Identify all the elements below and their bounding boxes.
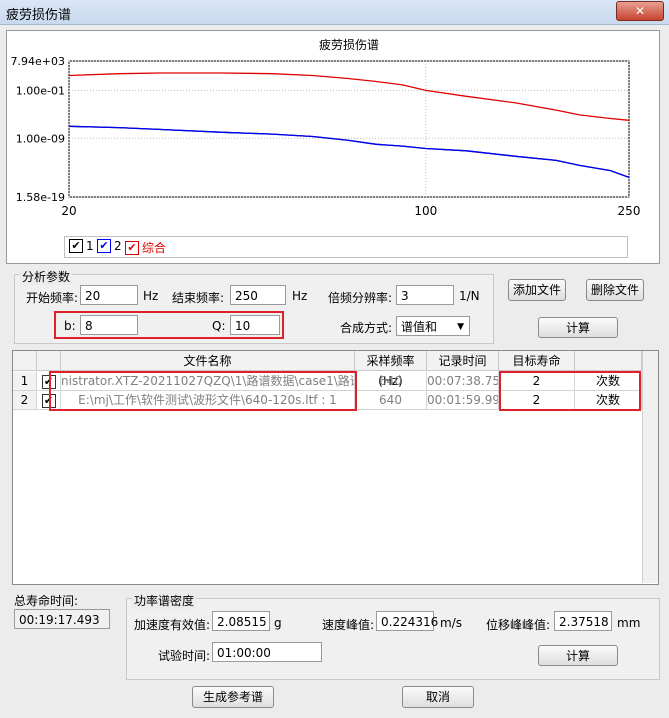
octave-unit: 1/N [459, 289, 480, 303]
end-freq-label: 结束频率: [172, 291, 225, 305]
legend-item-combined[interactable]: ✔ 综合 [125, 239, 166, 256]
col-header-file[interactable]: 文件名称 [61, 351, 355, 371]
octave-label: 倍频分辨率: [328, 291, 393, 305]
b-label: b: [64, 319, 76, 333]
octave-input[interactable]: 3 [396, 285, 454, 305]
generate-reference-button[interactable]: 生成参考谱 [192, 686, 274, 708]
psd-group-label: 功率谱密度 [132, 592, 197, 609]
col-header-unit[interactable] [575, 351, 642, 371]
row-sample-rate: 640 [355, 372, 427, 391]
start-freq-input[interactable]: 20 [80, 285, 138, 305]
calc-button-bottom[interactable]: 计算 [538, 645, 618, 666]
table-scrollbar[interactable] [642, 351, 658, 583]
accel-value: 2.08515 [212, 611, 270, 631]
analysis-params-label: 分析参数 [20, 268, 73, 285]
legend-check-icon[interactable]: ✔ [97, 239, 111, 253]
row-index: 2 [13, 391, 37, 410]
corner-header [13, 351, 37, 371]
velocity-label: 速度峰值: [322, 618, 375, 632]
x-tick-label: 20 [61, 204, 76, 218]
damage-spectrum-chart: 疲劳损伤谱 20 100 250 7.94e+03 1.00e-01 1.00e-09 1.5… [11, 37, 641, 218]
legend-label: 综合 [142, 241, 167, 255]
accel-label: 加速度有效值: [134, 618, 211, 632]
start-freq-unit: Hz [143, 289, 159, 303]
synth-label: 合成方式: [340, 321, 393, 335]
file-table: 文件名称 采样频率(Hz) 记录时间 目标寿命 1 ✔ nistrator.XT… [12, 350, 659, 585]
x-tick-label: 250 [618, 204, 641, 218]
q-input[interactable]: 10 [230, 315, 280, 335]
row-sample-rate: 640 [355, 391, 427, 410]
close-button[interactable]: ✕ [616, 1, 664, 21]
legend-check-icon[interactable]: ✔ [69, 239, 83, 253]
displacement-label: 位移峰峰值: [486, 618, 551, 632]
y-tick-label: 7.94e+03 [11, 55, 65, 68]
start-freq-label: 开始频率: [26, 291, 79, 305]
series-line-2 [68, 125, 630, 179]
chevron-down-icon: ▼ [457, 322, 464, 332]
displacement-unit: mm [617, 616, 641, 630]
end-freq-input[interactable]: 250 [230, 285, 286, 305]
synth-select[interactable]: 谱值和 ▼ [396, 316, 470, 336]
chart-title: 疲劳损伤谱 [319, 37, 379, 52]
synth-value: 谱值和 [401, 320, 438, 334]
y-tick-label: 1.58e-19 [16, 191, 65, 204]
legend-label: 1 [86, 239, 94, 253]
test-time-input[interactable]: 01:00:00 [212, 642, 322, 662]
calc-button-top[interactable]: 计算 [538, 317, 618, 338]
cancel-button[interactable]: 取消 [402, 686, 474, 708]
legend-label: 2 [114, 239, 122, 253]
series-line-综合 [68, 72, 630, 121]
check-header [37, 351, 61, 371]
series-line-1 [68, 125, 630, 179]
y-tick-label: 1.00e-01 [16, 84, 65, 97]
accel-unit: g [274, 616, 282, 630]
highlight-box-files [49, 371, 357, 411]
delete-file-button[interactable]: 删除文件 [586, 279, 644, 301]
legend-item-1[interactable]: ✔ 1 [69, 239, 94, 253]
window-title: 疲劳损伤谱 [6, 8, 72, 23]
title-bar: 疲劳损伤谱 ✕ [0, 0, 669, 25]
col-header-life[interactable]: 目标寿命 [499, 351, 575, 371]
b-input[interactable]: 8 [80, 315, 138, 335]
end-freq-unit: Hz [292, 289, 308, 303]
x-tick-label: 100 [414, 204, 437, 218]
col-header-rate[interactable]: 采样频率(Hz) [355, 351, 427, 388]
legend-check-icon[interactable]: ✔ [125, 240, 139, 255]
row-index: 1 [13, 372, 37, 391]
col-header-time[interactable]: 记录时间 [427, 351, 499, 371]
add-file-button[interactable]: 添加文件 [508, 279, 566, 301]
velocity-value: 0.224316 [376, 611, 438, 631]
chart-panel: 疲劳损伤谱 20 100 250 7.94e+03 1.00e-01 1.00e-09 1.5… [6, 30, 660, 264]
highlight-box-life [499, 371, 641, 411]
row-record-time: 00:01:59.995 [427, 391, 499, 410]
displacement-value: 2.37518 [554, 611, 612, 631]
test-time-label: 试验时间: [158, 649, 211, 663]
row-record-time: 00:07:38.751 [427, 372, 499, 391]
y-tick-label: 1.00e-09 [16, 132, 65, 145]
total-life-value: 00:19:17.493 [14, 609, 110, 629]
chart-legend: ✔ 1 ✔ 2 ✔ 综合 [64, 236, 628, 258]
total-life-label: 总寿命时间: [14, 594, 79, 608]
velocity-unit: m/s [440, 616, 462, 630]
q-label: Q: [212, 319, 226, 333]
legend-item-2[interactable]: ✔ 2 [97, 239, 122, 253]
